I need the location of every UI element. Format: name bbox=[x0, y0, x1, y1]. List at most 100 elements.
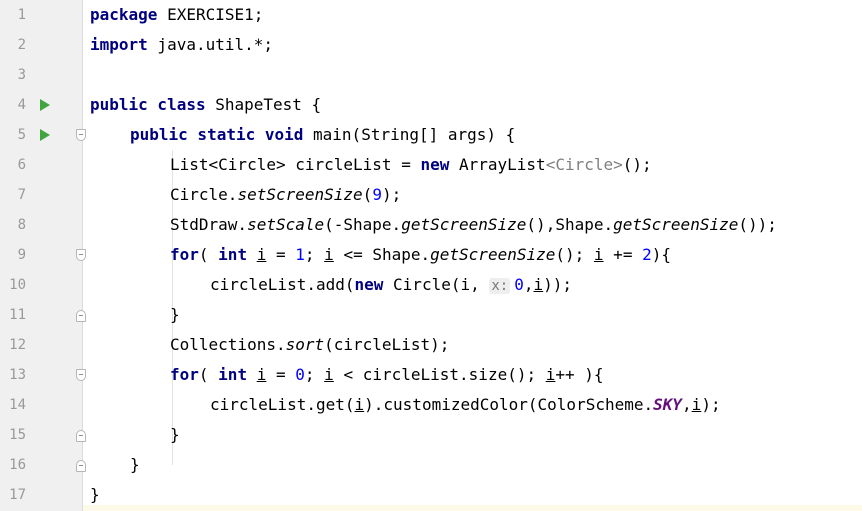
code-token: = bbox=[266, 365, 296, 384]
code-line-6[interactable]: 6 List<Circle> circleList = new ArrayLis… bbox=[0, 150, 862, 180]
code-line-5[interactable]: 5 public static void main(String[] args)… bbox=[0, 120, 862, 150]
code-token: (); bbox=[555, 245, 594, 264]
code-line-17[interactable]: 17 } bbox=[0, 480, 862, 510]
code-text: Collections.sort(circleList); bbox=[170, 330, 449, 360]
code-text: } bbox=[170, 420, 180, 450]
fold-close-icon[interactable] bbox=[76, 430, 86, 442]
code-line-16[interactable]: 16 } bbox=[0, 450, 862, 480]
static-method: sort bbox=[285, 335, 325, 354]
line-number: 16 bbox=[9, 457, 26, 473]
code-line-1[interactable]: 1 package EXERCISE1; bbox=[0, 0, 862, 30]
line-number: 2 bbox=[17, 37, 26, 53]
code-token: } bbox=[170, 425, 180, 444]
code-token: ); bbox=[381, 185, 402, 204]
keyword: new bbox=[354, 275, 384, 294]
code-token: } bbox=[130, 455, 140, 474]
fold-close-icon[interactable] bbox=[76, 310, 86, 322]
code-line-7[interactable]: 7 Circle.setScreenSize(9); bbox=[0, 180, 862, 210]
static-field: SKY bbox=[653, 395, 683, 414]
variable: i bbox=[533, 275, 544, 294]
run-icon[interactable] bbox=[40, 99, 50, 111]
code-token: main(String[] args) { bbox=[303, 125, 516, 144]
code-text: circleList.get(i).customizedColor(ColorS… bbox=[210, 390, 721, 420]
code-token: } bbox=[90, 485, 100, 504]
code-token: java.util.*; bbox=[147, 35, 274, 54]
number-literal: 1 bbox=[295, 245, 305, 264]
code-token: ).customizedColor(ColorScheme. bbox=[364, 395, 654, 414]
keyword: int bbox=[218, 365, 248, 384]
line-number: 17 bbox=[9, 487, 26, 503]
code-token: ; bbox=[304, 365, 325, 384]
line-number: 15 bbox=[9, 427, 26, 443]
code-token: ( bbox=[198, 365, 219, 384]
code-line-13[interactable]: 13 for( int i = 0; i < circleList.size()… bbox=[0, 360, 862, 390]
code-token: EXERCISE1; bbox=[157, 5, 264, 24]
code-line-3[interactable]: 3 bbox=[0, 60, 862, 90]
keyword: new bbox=[420, 155, 450, 174]
line-number: 14 bbox=[9, 397, 26, 413]
code-line-14[interactable]: 14 circleList.get(i).customizedColor(Col… bbox=[0, 390, 862, 420]
code-token: = bbox=[266, 245, 296, 264]
static-method: getScreenSize bbox=[401, 215, 527, 234]
code-line-15[interactable]: 15 } bbox=[0, 420, 862, 450]
variable: i bbox=[324, 245, 334, 264]
code-line-10[interactable]: 10 circleList.add(new Circle(i, x: 0,i)); bbox=[0, 270, 862, 300]
keyword: for bbox=[170, 365, 199, 384]
code-text: List<Circle> circleList = new ArrayList<… bbox=[170, 150, 652, 180]
code-line-11[interactable]: 11 } bbox=[0, 300, 862, 330]
keyword: int bbox=[218, 245, 248, 264]
code-line-2[interactable]: 2 import java.util.*; bbox=[0, 30, 862, 60]
code-token: (),Shape. bbox=[526, 215, 614, 234]
fold-open-icon[interactable] bbox=[76, 129, 86, 141]
code-token: , bbox=[682, 395, 692, 414]
code-text: import java.util.*; bbox=[90, 30, 273, 60]
line-number: 11 bbox=[9, 307, 26, 323]
variable: i bbox=[324, 365, 334, 384]
code-line-12[interactable]: 12 Collections.sort(circleList); bbox=[0, 330, 862, 360]
code-text: StdDraw.setScale(-Shape.getScreenSize(),… bbox=[170, 210, 777, 240]
code-token: ++ ){ bbox=[555, 365, 604, 384]
parameter-hint: x: bbox=[489, 278, 511, 294]
keyword: package bbox=[90, 5, 158, 24]
code-token: (); bbox=[622, 155, 652, 174]
code-token: circleList.add( bbox=[210, 275, 355, 294]
code-line-4[interactable]: 4 public class ShapeTest { bbox=[0, 90, 862, 120]
line-number: 5 bbox=[17, 127, 26, 143]
code-token: ){ bbox=[651, 245, 671, 264]
static-method: getScreenSize bbox=[430, 245, 556, 264]
keyword: public static void bbox=[130, 125, 304, 144]
code-token: <= Shape. bbox=[333, 245, 431, 264]
code-token: ); bbox=[701, 395, 721, 414]
code-editor[interactable]: 1 package EXERCISE1; 2 import java.util.… bbox=[0, 0, 862, 511]
fold-close-icon[interactable] bbox=[76, 460, 86, 472]
number-literal: 0 bbox=[295, 365, 305, 384]
code-token: ; bbox=[304, 245, 325, 264]
line-number: 13 bbox=[9, 367, 26, 383]
variable: i bbox=[354, 395, 365, 414]
number-literal: 2 bbox=[642, 245, 652, 264]
code-token: )); bbox=[543, 275, 573, 294]
line-number: 7 bbox=[17, 187, 26, 203]
code-text: Circle.setScreenSize(9); bbox=[170, 180, 401, 210]
code-token: StdDraw. bbox=[170, 215, 248, 234]
code-token: ArrayList bbox=[449, 155, 546, 174]
code-token: List<Circle> circleList = bbox=[170, 155, 421, 174]
code-text: } bbox=[90, 480, 100, 510]
code-token: Circle(i, bbox=[383, 275, 490, 294]
code-text: } bbox=[170, 300, 180, 330]
code-line-8[interactable]: 8 StdDraw.setScale(-Shape.getScreenSize(… bbox=[0, 210, 862, 240]
line-number: 6 bbox=[17, 157, 26, 173]
code-token: } bbox=[170, 305, 180, 324]
run-icon[interactable] bbox=[40, 129, 50, 141]
code-token: += bbox=[603, 245, 643, 264]
code-text: } bbox=[130, 450, 140, 480]
code-line-9[interactable]: 9 for( int i = 1; i <= Shape.getScreenSi… bbox=[0, 240, 862, 270]
fold-open-icon[interactable] bbox=[76, 249, 86, 261]
code-token: ( bbox=[198, 245, 219, 264]
keyword: import bbox=[90, 35, 148, 54]
line-number: 9 bbox=[17, 247, 26, 263]
line-number: 4 bbox=[17, 97, 26, 113]
fold-open-icon[interactable] bbox=[76, 369, 86, 381]
